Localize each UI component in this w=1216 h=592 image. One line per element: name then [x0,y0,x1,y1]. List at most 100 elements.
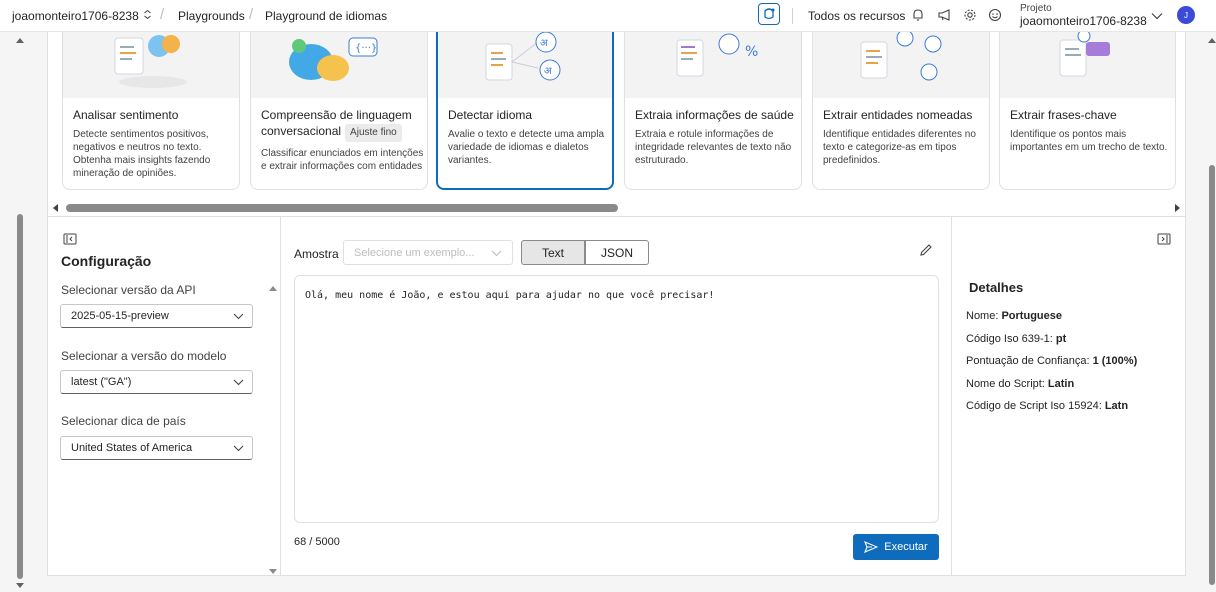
character-counter: 68 / 5000 [294,536,340,548]
api-version-dropdown[interactable]: 2025-05-15-preview [60,304,253,328]
right-scroll-up-arrow[interactable] [1208,38,1216,43]
breadcrumb-separator: / [249,6,254,23]
card-description: Detecte sentimentos positivos, negativos… [73,129,211,179]
panel-scroll-down-arrow[interactable] [269,569,277,574]
expand-panel-icon[interactable] [1157,232,1171,250]
detail-value: Latn [1104,400,1129,412]
scroll-down-arrow[interactable] [16,583,24,588]
api-version-label: Selecionar versão da API [61,283,196,297]
detail-label: Nome: [966,310,1002,322]
all-resources-link[interactable]: Todos os recursos [808,9,905,23]
megaphone-icon[interactable] [936,7,952,23]
scroll-up-arrow[interactable] [16,38,24,43]
page-scrollbar-thumb[interactable] [17,214,23,579]
card-title: Analisar sentimento [73,108,179,122]
pencil-icon[interactable] [919,243,933,262]
send-icon [864,541,879,553]
detail-row: Nome: Portuguese [966,310,1062,322]
key-phrases-illustration [1000,32,1175,98]
card-description: Avalie o texto e detecte uma ampla varie… [448,129,605,166]
details-title: Detalhes [969,280,1024,295]
copilot-button[interactable] [758,3,780,25]
collapse-panel-icon[interactable] [63,232,77,250]
model-version-dropdown[interactable]: latest ("GA") [60,370,253,394]
sample-dropdown[interactable]: Selecione um exemplo... [343,240,513,265]
card-key-phrases[interactable]: Extrair frases-chave Identifique os pont… [999,32,1176,190]
top-bar: joaomonteiro1706-8238 / Playgrounds / Pl… [0,0,1216,32]
scroll-right-arrow[interactable] [1175,204,1180,212]
detail-value: Portuguese [1001,310,1062,322]
panel-scroll-up-arrow[interactable] [269,286,277,291]
cards-scrollbar-thumb[interactable] [66,204,618,212]
details-panel: Detalhes Nome: Portuguese Código Iso 639… [953,217,1185,576]
detail-row: Código de Script Iso 15924: Latn [966,400,1128,412]
card-description: Extraia e rotule informações de integrid… [635,129,792,166]
api-version-value: 2025-05-15-preview [71,310,169,322]
svg-text:अ: अ [540,38,548,49]
tab-text[interactable]: Text [521,240,585,265]
project-selector[interactable]: Projeto joaomonteiro1706-8238 [1020,2,1147,28]
detail-label: Pontuação de Confiança: [966,355,1093,367]
chevron-down-icon[interactable] [1151,9,1163,23]
account-name: joaomonteiro1706-8238 [12,9,139,23]
conversational-illustration: {···} [251,32,427,98]
detail-label: Código Iso 639-1: [966,333,1056,345]
editor-panel: Amostra Selecione um exemplo... Text JSO… [281,217,952,576]
chevron-updown-icon [143,9,152,23]
card-description: Classificar enunciados em intenções e ex… [261,148,424,172]
model-version-value: latest ("GA") [71,376,132,388]
card-conversational-language[interactable]: {···} Compreensão de linguagem conversac… [250,32,428,190]
svg-text:%: % [745,44,758,60]
card-title: Extraia informações de saúde [635,108,794,122]
chevron-down-icon [491,248,502,260]
card-description: Identifique entidades diferentes no text… [823,129,976,166]
card-named-entities[interactable]: Extrair entidades nomeadas Identifique e… [812,32,990,190]
card-title: Extrair entidades nomeadas [823,108,973,122]
language-illustration: अ अ [438,32,612,98]
entities-illustration [813,32,989,98]
gear-icon[interactable] [962,7,978,23]
card-analyze-sentiment[interactable]: Analisar sentimento Detecte sentimentos … [62,32,240,190]
avatar[interactable]: J [1177,6,1195,24]
chevron-down-icon [233,311,244,323]
detail-label: Código de Script Iso 15924: [966,400,1105,412]
account-selector[interactable]: joaomonteiro1706-8238 [12,9,152,23]
card-detect-language[interactable]: अ अ Detectar idioma Avalie o texto e det… [436,32,614,190]
input-text-area[interactable]: Olá, meu nome é João, e estou aqui para … [294,275,939,523]
chevron-down-icon [233,443,244,455]
toolbar-divider [792,8,793,24]
detail-row: Nome do Script: Latin [966,378,1074,390]
detail-value: pt [1055,333,1067,345]
country-hint-label: Selecionar dica de país [61,414,186,428]
sample-label: Amostra [294,247,339,261]
card-health-info[interactable]: % Extraia informações de saúde Extraia e… [624,32,802,190]
detail-label: Nome do Script: [966,378,1048,390]
run-button[interactable]: Executar [853,534,939,560]
breadcrumb-separator: / [160,6,165,23]
detail-row: Pontuação de Confiança: 1 (100%) [966,355,1137,367]
detail-row: Código Iso 639-1: pt [966,333,1066,345]
right-scrollbar-thumb[interactable] [1209,165,1215,585]
sentiment-illustration [63,32,239,98]
chevron-down-icon [233,377,244,389]
project-name: joaomonteiro1706-8238 [1020,14,1147,28]
scroll-left-arrow[interactable] [53,204,58,212]
card-title: Detectar idioma [448,108,533,122]
detail-value: Latin [1047,378,1075,390]
run-button-label: Executar [884,541,928,553]
breadcrumb-current: Playground de idiomas [265,9,388,23]
svg-text:{···}: {···} [355,43,377,54]
sample-placeholder: Selecione um exemplo... [354,247,475,259]
tab-json[interactable]: JSON [585,240,649,265]
card-description: Identifique os pontos mais importantes e… [1010,129,1168,153]
card-title: Extrair frases-chave [1010,108,1117,122]
card-title: Compreensão de linguagem conversacional A… [261,107,421,142]
bell-icon[interactable] [910,7,926,23]
copilot-icon [764,8,775,20]
feedback-smiley-icon[interactable] [987,7,1003,23]
breadcrumb-playgrounds[interactable]: Playgrounds [178,9,245,23]
model-version-label: Selecionar a versão do modelo [61,349,227,363]
fine-tune-badge: Ajuste fino [345,124,402,142]
country-hint-dropdown[interactable]: United States of America [60,436,253,460]
configuration-title: Configuração [61,253,152,269]
